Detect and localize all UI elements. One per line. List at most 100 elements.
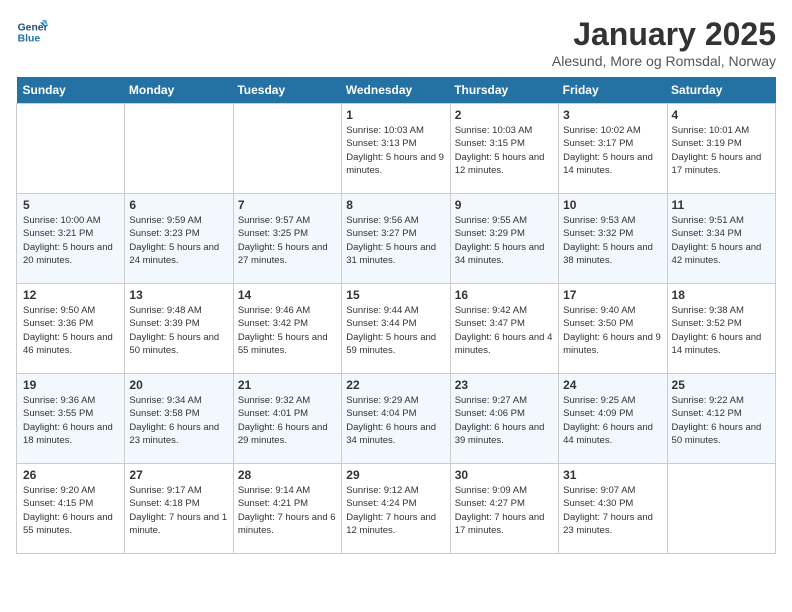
day-number: 4 — [672, 108, 771, 122]
day-number: 13 — [129, 288, 228, 302]
calendar-week-3: 12 Sunrise: 9:50 AM Sunset: 3:36 PM Dayli… — [17, 284, 776, 374]
day-number: 8 — [346, 198, 445, 212]
day-info: Sunrise: 9:48 AM Sunset: 3:39 PM Dayligh… — [129, 304, 228, 357]
day-number: 6 — [129, 198, 228, 212]
day-info: Sunrise: 9:22 AM Sunset: 4:12 PM Dayligh… — [672, 394, 771, 447]
logo-icon: General Blue — [16, 16, 48, 48]
calendar-day: 6 Sunrise: 9:59 AM Sunset: 3:23 PM Daylig… — [125, 194, 233, 284]
day-info: Sunrise: 9:34 AM Sunset: 3:58 PM Dayligh… — [129, 394, 228, 447]
day-number: 21 — [238, 378, 337, 392]
day-number: 1 — [346, 108, 445, 122]
day-info: Sunrise: 9:57 AM Sunset: 3:25 PM Dayligh… — [238, 214, 337, 267]
day-info: Sunrise: 10:02 AM Sunset: 3:17 PM Daylig… — [563, 124, 662, 177]
day-number: 9 — [455, 198, 554, 212]
calendar-day: 21 Sunrise: 9:32 AM Sunset: 4:01 PM Dayli… — [233, 374, 341, 464]
day-info: Sunrise: 9:25 AM Sunset: 4:09 PM Dayligh… — [563, 394, 662, 447]
column-header-sunday: Sunday — [17, 77, 125, 104]
calendar-day — [667, 464, 775, 554]
calendar-day: 27Sunrise: 9:17 AM Sunset: 4:18 PM Dayli… — [125, 464, 233, 554]
day-info: Sunrise: 9:51 AM Sunset: 3:34 PM Dayligh… — [672, 214, 771, 267]
day-info: Sunrise: 10:03 AM Sunset: 3:13 PM Daylig… — [346, 124, 445, 177]
calendar-day: 2 Sunrise: 10:03 AM Sunset: 3:15 PM Dayli… — [450, 104, 558, 194]
svg-text:Blue: Blue — [18, 34, 41, 45]
calendar-day: 25 Sunrise: 9:22 AM Sunset: 4:12 PM Dayli… — [667, 374, 775, 464]
calendar-day: 5 Sunrise: 10:00 AM Sunset: 3:21 PM Dayli… — [17, 194, 125, 284]
day-number: 2 — [455, 108, 554, 122]
day-info: Sunrise: 9:40 AM Sunset: 3:50 PM Dayligh… — [563, 304, 662, 357]
column-header-thursday: Thursday — [450, 77, 558, 104]
day-info: Sunrise: 9:14 AM Sunset: 4:21 PM Dayligh… — [238, 484, 337, 537]
day-info: Sunrise: 10:00 AM Sunset: 3:21 PM Daylig… — [23, 214, 120, 267]
day-info: Sunrise: 9:32 AM Sunset: 4:01 PM Dayligh… — [238, 394, 337, 447]
day-info: Sunrise: 10:03 AM Sunset: 3:15 PM Daylig… — [455, 124, 554, 177]
calendar-week-1: 1 Sunrise: 10:03 AM Sunset: 3:13 PM Dayli… — [17, 104, 776, 194]
calendar-table: SundayMondayTuesdayWednesdayThursdayFrid… — [16, 77, 776, 554]
calendar-day: 20 Sunrise: 9:34 AM Sunset: 3:58 PM Dayli… — [125, 374, 233, 464]
day-number: 22 — [346, 378, 445, 392]
day-info: Sunrise: 9:59 AM Sunset: 3:23 PM Dayligh… — [129, 214, 228, 267]
day-number: 23 — [455, 378, 554, 392]
day-info: Sunrise: 9:07 AM Sunset: 4:30 PM Dayligh… — [563, 484, 662, 537]
calendar-week-2: 5 Sunrise: 10:00 AM Sunset: 3:21 PM Dayli… — [17, 194, 776, 284]
column-header-monday: Monday — [125, 77, 233, 104]
column-header-wednesday: Wednesday — [342, 77, 450, 104]
day-number: 30 — [455, 468, 554, 482]
calendar-day: 24Sunrise: 9:25 AM Sunset: 4:09 PM Dayli… — [559, 374, 667, 464]
calendar-day: 28 Sunrise: 9:14 AM Sunset: 4:21 PM Dayli… — [233, 464, 341, 554]
day-number: 15 — [346, 288, 445, 302]
calendar-day: 1 Sunrise: 10:03 AM Sunset: 3:13 PM Dayli… — [342, 104, 450, 194]
calendar-day: 4 Sunrise: 10:01 AM Sunset: 3:19 PM Dayli… — [667, 104, 775, 194]
main-title: January 2025 — [552, 16, 776, 53]
day-number: 10 — [563, 198, 662, 212]
calendar-day: 16 Sunrise: 9:42 AM Sunset: 3:47 PM Dayli… — [450, 284, 558, 374]
calendar-day: 12 Sunrise: 9:50 AM Sunset: 3:36 PM Dayli… — [17, 284, 125, 374]
day-number: 27 — [129, 468, 228, 482]
day-number: 16 — [455, 288, 554, 302]
day-number: 29 — [346, 468, 445, 482]
day-info: Sunrise: 9:12 AM Sunset: 4:24 PM Dayligh… — [346, 484, 445, 537]
day-number: 12 — [23, 288, 120, 302]
calendar-day — [125, 104, 233, 194]
day-info: Sunrise: 9:42 AM Sunset: 3:47 PM Dayligh… — [455, 304, 554, 357]
day-number: 14 — [238, 288, 337, 302]
day-info: Sunrise: 9:38 AM Sunset: 3:52 PM Dayligh… — [672, 304, 771, 357]
day-number: 17 — [563, 288, 662, 302]
calendar-day: 15 Sunrise: 9:44 AM Sunset: 3:44 PM Dayli… — [342, 284, 450, 374]
calendar-day: 13 Sunrise: 9:48 AM Sunset: 3:39 PM Dayli… — [125, 284, 233, 374]
day-info: Sunrise: 9:20 AM Sunset: 4:15 PM Dayligh… — [23, 484, 120, 537]
day-number: 11 — [672, 198, 771, 212]
day-number: 25 — [672, 378, 771, 392]
day-number: 20 — [129, 378, 228, 392]
day-number: 7 — [238, 198, 337, 212]
calendar-day: 14Sunrise: 9:46 AM Sunset: 3:42 PM Dayli… — [233, 284, 341, 374]
page-header: General Blue January 2025 Alesund, More … — [16, 16, 776, 69]
calendar-day: 18 Sunrise: 9:38 AM Sunset: 3:52 PM Dayli… — [667, 284, 775, 374]
day-info: Sunrise: 9:44 AM Sunset: 3:44 PM Dayligh… — [346, 304, 445, 357]
day-info: Sunrise: 9:50 AM Sunset: 3:36 PM Dayligh… — [23, 304, 120, 357]
day-number: 28 — [238, 468, 337, 482]
day-info: Sunrise: 9:09 AM Sunset: 4:27 PM Dayligh… — [455, 484, 554, 537]
day-number: 31 — [563, 468, 662, 482]
calendar-day: 8Sunrise: 9:56 AM Sunset: 3:27 PM Daylig… — [342, 194, 450, 284]
day-info: Sunrise: 9:29 AM Sunset: 4:04 PM Dayligh… — [346, 394, 445, 447]
calendar-day: 7 Sunrise: 9:57 AM Sunset: 3:25 PM Daylig… — [233, 194, 341, 284]
day-info: Sunrise: 9:55 AM Sunset: 3:29 PM Dayligh… — [455, 214, 554, 267]
subtitle: Alesund, More og Romsdal, Norway — [552, 53, 776, 69]
calendar-day: 31 Sunrise: 9:07 AM Sunset: 4:30 PM Dayli… — [559, 464, 667, 554]
calendar-day — [233, 104, 341, 194]
calendar-day: 3 Sunrise: 10:02 AM Sunset: 3:17 PM Dayli… — [559, 104, 667, 194]
day-number: 18 — [672, 288, 771, 302]
logo: General Blue — [16, 16, 48, 48]
day-number: 3 — [563, 108, 662, 122]
day-info: Sunrise: 9:27 AM Sunset: 4:06 PM Dayligh… — [455, 394, 554, 447]
calendar-day: 26 Sunrise: 9:20 AM Sunset: 4:15 PM Dayli… — [17, 464, 125, 554]
day-number: 5 — [23, 198, 120, 212]
calendar-day: 9 Sunrise: 9:55 AM Sunset: 3:29 PM Daylig… — [450, 194, 558, 284]
day-number: 26 — [23, 468, 120, 482]
column-header-friday: Friday — [559, 77, 667, 104]
day-info: Sunrise: 9:36 AM Sunset: 3:55 PM Dayligh… — [23, 394, 120, 447]
column-header-tuesday: Tuesday — [233, 77, 341, 104]
day-info: Sunrise: 10:01 AM Sunset: 3:19 PM Daylig… — [672, 124, 771, 177]
calendar-day: 19Sunrise: 9:36 AM Sunset: 3:55 PM Dayli… — [17, 374, 125, 464]
calendar-day: 17 Sunrise: 9:40 AM Sunset: 3:50 PM Dayli… — [559, 284, 667, 374]
